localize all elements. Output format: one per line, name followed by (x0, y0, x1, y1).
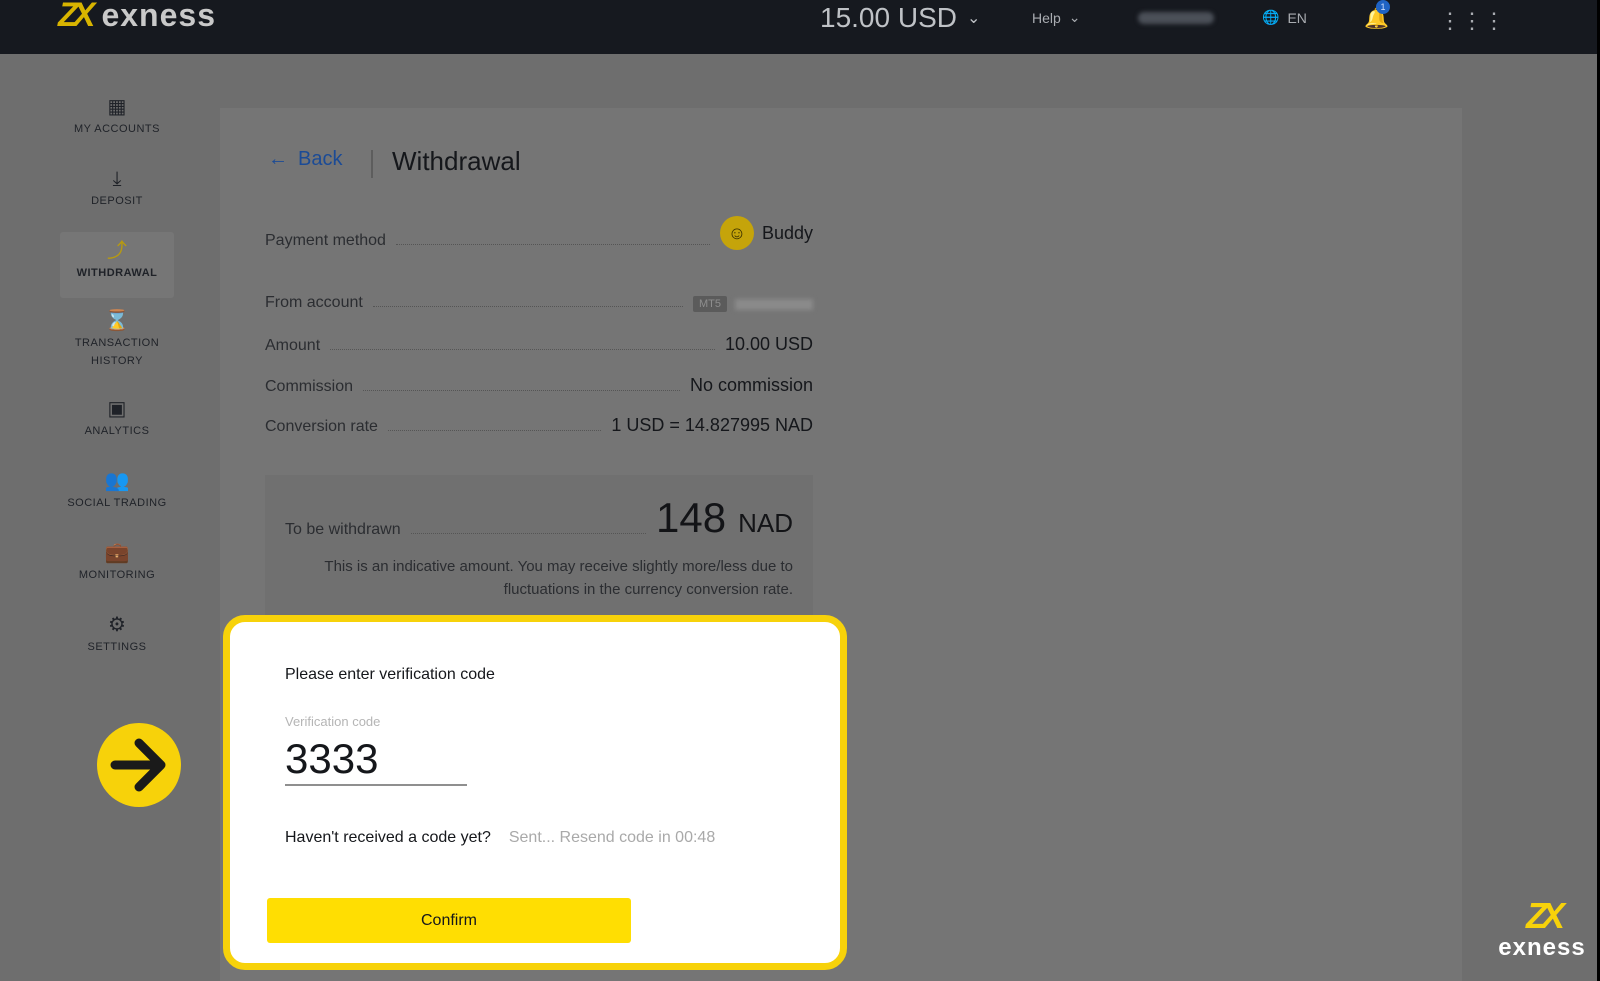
resend-question: Haven't received a code yet? (285, 829, 491, 846)
gear-icon: ⚙ (108, 614, 126, 636)
user-name-blurred[interactable] (1138, 12, 1214, 24)
verification-field-label: Verification code (285, 714, 381, 729)
brand-name: exness (101, 0, 216, 33)
download-icon: ⤓ (112, 168, 122, 190)
exness-logo[interactable]: ZX exness (58, 0, 216, 35)
sidebar-item-label: TRANSACTION HISTORY (74, 337, 160, 367)
exness-watermark-logo: ZX exness (1488, 898, 1596, 962)
balance-dropdown[interactable]: 15.00 USD ⌄ (820, 2, 980, 34)
sidebar-item-label: MY ACCOUNTS (74, 123, 160, 135)
language-selector[interactable]: 🌐 EN (1262, 9, 1307, 26)
screen: ZX exness 15.00 USD ⌄ Help ⌄ 🌐 EN 🔔 1 ⋮⋮… (0, 0, 1597, 981)
hourglass-icon: ⌛ (104, 310, 130, 332)
conversion-rate-row: Conversion rate 1 USD = 14.827995 NAD (265, 415, 813, 436)
upload-icon: ⤴ (107, 240, 127, 262)
chevron-down-icon: ⌄ (1068, 9, 1081, 25)
dotted-leader (387, 430, 602, 431)
arrow-right-icon (97, 723, 181, 807)
sidebar-item-label: SETTINGS (87, 641, 147, 653)
resend-row: Haven't received a code yet? Sent... Res… (285, 829, 715, 847)
sidebar-item-label: ANALYTICS (84, 425, 150, 437)
notification-badge: 1 (1376, 0, 1390, 14)
exness-mark-icon: ZX (58, 0, 96, 34)
sidebar-item-label: WITHDRAWAL (76, 267, 158, 279)
sidebar-item-withdrawal[interactable]: ⤴ WITHDRAWAL (60, 232, 174, 298)
briefcase-icon: 💼 (104, 542, 130, 564)
to-be-withdrawn-label: To be withdrawn (285, 521, 401, 538)
sidebar-item-my-accounts[interactable]: ▦ MY ACCOUNTS (60, 94, 174, 150)
commission-label: Commission (265, 378, 354, 395)
payment-method-row: Payment method ☺ Buddy (265, 216, 813, 250)
sidebar-item-label: DEPOSIT (91, 195, 143, 207)
from-account-label: From account (265, 294, 363, 311)
accounts-grid-icon: ▦ (107, 96, 127, 118)
payment-method-value: Buddy (761, 222, 813, 243)
account-number-blurred (735, 298, 813, 310)
sidebar-item-monitoring[interactable]: 💼 MONITORING (60, 540, 174, 596)
dotted-leader (410, 533, 647, 534)
notifications-button[interactable]: 🔔 1 (1364, 0, 1390, 31)
people-icon: 👥 (104, 470, 130, 492)
sidebar-item-label: SOCIAL TRADING (67, 497, 167, 509)
withdrawn-amount: 148 (656, 494, 727, 541)
amount-value: 10.00 USD (724, 334, 813, 354)
conversion-rate-label: Conversion rate (265, 418, 378, 435)
chart-screen-icon: ▣ (107, 398, 127, 420)
balance-value: 15.00 USD (820, 2, 957, 33)
commission-value: No commission (689, 375, 813, 395)
sidebar-item-transaction-history[interactable]: ⌛ TRANSACTION HISTORY (60, 308, 174, 374)
platform-tag: MT5 (693, 296, 727, 312)
sidebar-item-analytics[interactable]: ▣ ANALYTICS (60, 396, 174, 452)
language-label: EN (1287, 9, 1307, 26)
indicative-amount-note: This is an indicative amount. You may re… (324, 558, 793, 598)
watermark-brand-name: exness (1498, 934, 1586, 961)
sidebar-item-social-trading[interactable]: 👥 SOCIAL TRADING (60, 468, 174, 524)
verification-code-input[interactable] (285, 734, 467, 786)
globe-icon: 🌐 (1262, 9, 1280, 25)
amount-label: Amount (265, 337, 321, 354)
sidebar-item-label: MONITORING (78, 569, 156, 581)
top-bar: ZX exness 15.00 USD ⌄ Help ⌄ 🌐 EN 🔔 1 ⋮⋮… (0, 0, 1597, 54)
dotted-leader (363, 390, 680, 391)
resend-timer[interactable]: Sent... Resend code in 00:48 (509, 829, 715, 847)
sidebar-item-settings[interactable]: ⚙ SETTINGS (60, 612, 174, 668)
sidebar-item-deposit[interactable]: ⤓ DEPOSIT (60, 166, 174, 222)
to-be-withdrawn-panel: To be withdrawn 148 NAD This is an indic… (265, 475, 813, 625)
commission-row: Commission No commission (265, 375, 813, 396)
verification-title: Please enter verification code (285, 666, 495, 683)
exness-mark-icon: ZX (1525, 895, 1565, 936)
amount-row: Amount 10.00 USD (265, 334, 813, 355)
dotted-leader (330, 349, 715, 350)
arrow-left-icon: ← (268, 148, 288, 170)
page-title: Withdrawal (392, 146, 521, 176)
help-menu[interactable]: Help ⌄ (1032, 9, 1081, 26)
dotted-leader (395, 244, 710, 245)
payment-method-label: Payment method (265, 232, 386, 249)
title-divider (371, 150, 373, 178)
confirm-button[interactable]: Confirm (267, 898, 631, 943)
back-label: Back (298, 148, 343, 170)
apps-grid-icon[interactable]: ⋮⋮⋮ (1439, 8, 1505, 34)
dotted-leader (372, 306, 683, 307)
back-link[interactable]: ← Back (268, 148, 342, 171)
help-label: Help (1032, 9, 1061, 26)
withdrawn-currency: NAD (738, 508, 793, 538)
buddy-smiley-icon: ☺ (719, 216, 754, 250)
chevron-down-icon: ⌄ (966, 10, 981, 27)
conversion-rate-value: 1 USD = 14.827995 NAD (611, 415, 813, 435)
from-account-row: From account MT5 (265, 294, 813, 312)
